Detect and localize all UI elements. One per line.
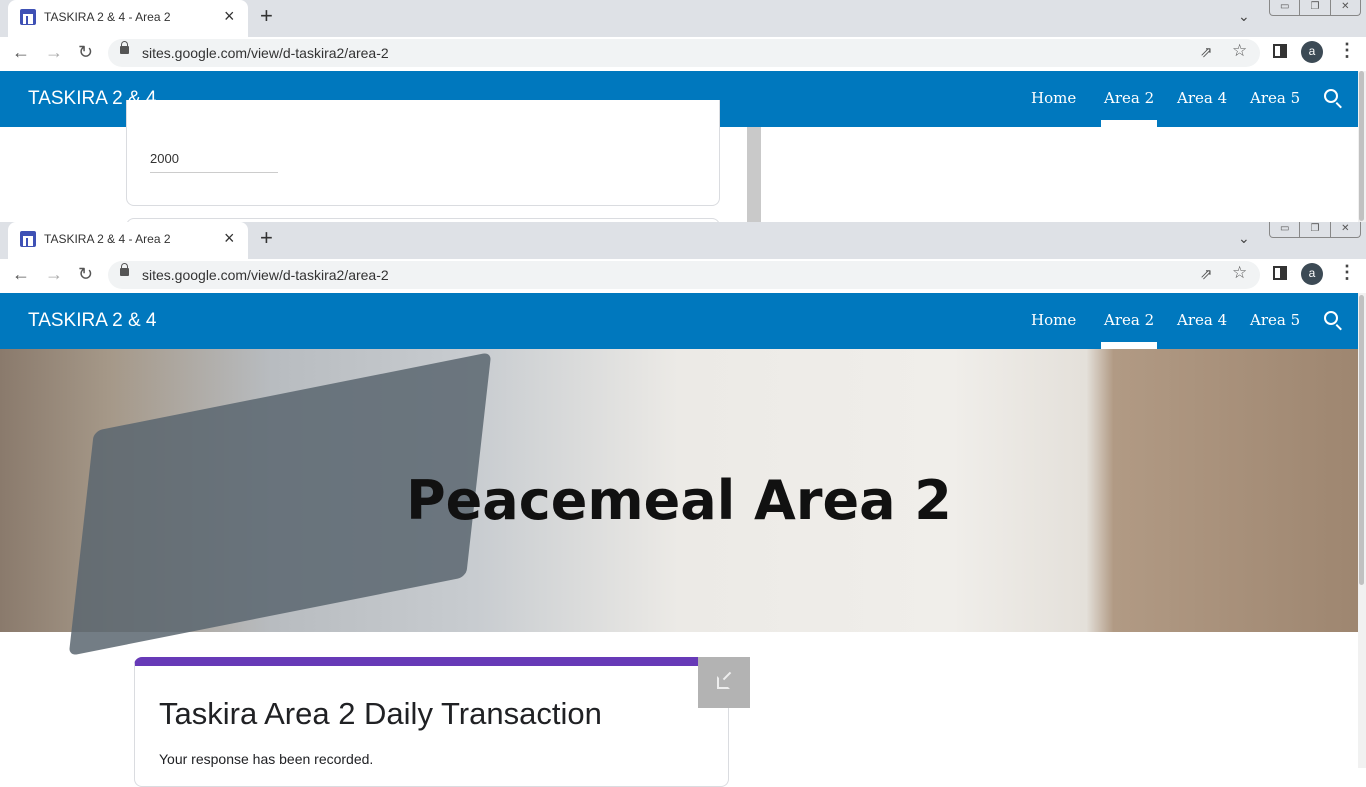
nav-home[interactable]: Home [1031,311,1076,329]
close-window-button[interactable]: ✕ [1331,222,1360,237]
embed-scrollbar[interactable] [747,127,761,222]
nav-area-4[interactable]: Area 4 [1177,89,1227,107]
nav-area-2[interactable]: Area 2 [1100,311,1158,349]
profile-avatar[interactable]: a [1301,41,1323,63]
close-tab-icon[interactable]: × [224,6,235,27]
minimize-button[interactable]: ▭ [1270,0,1301,15]
answer-input[interactable]: 2000 [150,151,179,166]
nav-area-5[interactable]: Area 5 [1250,89,1300,107]
tab-bar: TASKIRA 2 & 4 - Area 2 × + ⌄ ▭ ❐ ✕ [0,222,1366,259]
new-tab-button[interactable]: + [260,225,273,251]
form-title: Taskira Area 2 Daily Transaction [159,696,602,731]
profile-avatar[interactable]: a [1301,263,1323,285]
share-icon[interactable]: ⇗ [1200,265,1213,283]
address-bar-row: ← → ↻ sites.google.com/view/d-taskira2/a… [0,259,1366,293]
nav-home[interactable]: Home [1031,89,1076,107]
bookmark-star-icon[interactable]: ☆ [1232,41,1247,61]
window-controls: ▭ ❐ ✕ [1269,222,1361,238]
tab-title: TASKIRA 2 & 4 - Area 2 [44,10,171,24]
back-icon[interactable]: ← [12,264,30,285]
browser-tab[interactable]: TASKIRA 2 & 4 - Area 2 × [8,222,248,259]
hero-banner: Peacemeal Area 2 [0,349,1358,656]
forward-icon[interactable]: → [45,264,63,285]
close-window-button[interactable]: ✕ [1331,0,1360,15]
window-controls: ▭ ❐ ✕ [1269,0,1361,16]
browser-tab[interactable]: TASKIRA 2 & 4 - Area 2 × [8,0,248,37]
search-icon[interactable] [1324,311,1338,325]
restore-button[interactable]: ❐ [1300,0,1331,15]
nav-area-2[interactable]: Area 2 [1100,89,1158,127]
browser-window-back: TASKIRA 2 & 4 - Area 2 × + ⌄ ▭ ❐ ✕ ← → ↻ s… [0,0,1366,222]
tab-search-chevron-icon[interactable]: ⌄ [1238,8,1250,25]
address-bar-row: ← → ↻ sites.google.com/view/d-taskira2/a… [0,37,1366,71]
open-external-icon [717,676,730,689]
menu-kebab-icon[interactable]: ⋮ [1338,262,1356,283]
bookmark-star-icon[interactable]: ☆ [1232,263,1247,283]
url-input[interactable]: sites.google.com/view/d-taskira2/area-2 … [108,261,1260,289]
url-text: sites.google.com/view/d-taskira2/area-2 [142,45,389,61]
form-confirmation-message: Your response has been recorded. [159,751,374,767]
nav-area-5[interactable]: Area 5 [1250,311,1300,329]
reload-icon[interactable]: ↻ [78,264,93,285]
nav-area-4[interactable]: Area 4 [1177,311,1227,329]
search-icon[interactable] [1324,89,1338,103]
page-scrollbar[interactable] [1358,293,1366,768]
menu-kebab-icon[interactable]: ⋮ [1338,40,1356,61]
reload-icon[interactable]: ↻ [78,42,93,63]
lock-icon[interactable] [120,41,129,54]
restore-button[interactable]: ❐ [1300,222,1331,237]
google-sites-icon [20,231,36,247]
side-panel-icon[interactable] [1273,44,1287,58]
side-panel-icon[interactable] [1273,266,1287,280]
back-icon[interactable]: ← [12,42,30,63]
tab-search-chevron-icon[interactable]: ⌄ [1238,230,1250,247]
tab-title: TASKIRA 2 & 4 - Area 2 [44,232,171,246]
google-sites-icon [20,9,36,25]
lock-icon[interactable] [120,263,129,276]
open-in-new-window-button[interactable] [698,657,750,708]
form-question-card [126,100,720,206]
answer-underline [150,172,278,173]
site-brand[interactable]: TASKIRA 2 & 4 [28,310,156,332]
close-tab-icon[interactable]: × [224,228,235,249]
minimize-button[interactable]: ▭ [1270,222,1301,237]
share-icon[interactable]: ⇗ [1200,43,1213,61]
url-input[interactable]: sites.google.com/view/d-taskira2/area-2 … [108,39,1260,67]
site-header: TASKIRA 2 & 4 Home Area 2 Area 4 Area 5 [0,293,1358,349]
hero-title: Peacemeal Area 2 [406,469,952,532]
url-text: sites.google.com/view/d-taskira2/area-2 [142,267,389,283]
new-tab-button[interactable]: + [260,3,273,29]
page-scrollbar[interactable] [1358,71,1366,222]
tab-bar: TASKIRA 2 & 4 - Area 2 × + ⌄ ▭ ❐ ✕ [0,0,1366,37]
forward-icon[interactable]: → [45,42,63,63]
